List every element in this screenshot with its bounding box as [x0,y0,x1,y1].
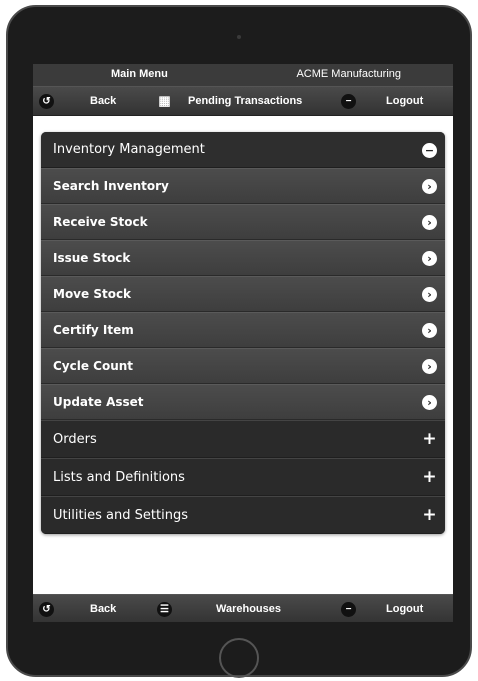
company-name: ACME Manufacturing [296,68,401,80]
top-navbar: ↺ Back ▦ Pending Transactions − Logout [33,86,453,116]
section-lists-definitions[interactable]: Lists and Definitions + [41,458,445,496]
pending-transactions-button[interactable]: ▦ Pending Transactions [157,87,302,115]
grid-icon: ▦ [158,93,171,108]
chevron-right-icon: › [422,395,437,410]
minus-icon: − [341,601,356,617]
collapse-icon: − [422,142,437,158]
section-label: Orders [53,431,97,447]
section-label: Utilities and Settings [53,507,188,523]
back-label: Back [90,95,117,107]
menu-item-label: Search Inventory [53,179,169,193]
pending-label: Pending Transactions [188,95,303,107]
app-screen: Main Menu ACME Manufacturing ↺ Back ▦ Pe… [33,64,453,622]
main-menu: Inventory Management − Search Inventory … [41,132,445,534]
warehouses-label: Warehouses [216,603,282,615]
menu-item-label: Issue Stock [53,251,131,265]
section-utilities-settings[interactable]: Utilities and Settings + [41,496,445,534]
warehouses-button[interactable]: ☰ Warehouses [157,595,281,622]
menu-item-label: Update Asset [53,395,144,409]
menu-item-certify-item[interactable]: Certify Item › [41,312,445,348]
content-area: Inventory Management − Search Inventory … [33,116,453,594]
plus-icon: + [422,429,437,449]
chevron-right-icon: › [422,287,437,302]
menu-item-label: Cycle Count [53,359,134,373]
section-label: Lists and Definitions [53,469,185,485]
back-arrow-icon: ↺ [39,93,54,109]
menu-item-cycle-count[interactable]: Cycle Count › [41,348,445,384]
chevron-right-icon: › [422,215,437,230]
menu-item-receive-stock[interactable]: Receive Stock › [41,204,445,240]
menu-item-issue-stock[interactable]: Issue Stock › [41,240,445,276]
menu-item-update-asset[interactable]: Update Asset › [41,384,445,420]
menu-item-label: Receive Stock [53,215,148,229]
menu-item-label: Certify Item [53,323,134,337]
list-icon: ☰ [157,601,172,617]
camera [237,35,241,39]
home-button[interactable] [219,638,259,678]
plus-icon: + [422,505,437,525]
back-label: Back [90,603,117,615]
bottom-navbar: ↺ Back ☰ Warehouses − Logout [33,594,453,622]
page-title: Main Menu [111,68,168,80]
title-bar: Main Menu ACME Manufacturing [33,64,453,86]
menu-item-label: Move Stock [53,287,132,301]
logout-button[interactable]: − Logout [341,87,423,115]
logout-label: Logout [386,603,424,615]
minus-icon: − [341,93,356,109]
logout-label: Logout [386,95,424,107]
menu-item-move-stock[interactable]: Move Stock › [41,276,445,312]
chevron-right-icon: › [422,359,437,374]
back-button[interactable]: ↺ Back [39,87,116,115]
section-orders[interactable]: Orders + [41,420,445,458]
section-label: Inventory Management [53,142,205,157]
back-button-bottom[interactable]: ↺ Back [39,595,116,622]
section-inventory-management[interactable]: Inventory Management − [41,132,445,168]
logout-button-bottom[interactable]: − Logout [341,595,423,622]
menu-item-search-inventory[interactable]: Search Inventory › [41,168,445,204]
chevron-right-icon: › [422,251,437,266]
back-arrow-icon: ↺ [39,601,54,617]
chevron-right-icon: › [422,179,437,194]
plus-icon: + [422,467,437,487]
chevron-right-icon: › [422,323,437,338]
